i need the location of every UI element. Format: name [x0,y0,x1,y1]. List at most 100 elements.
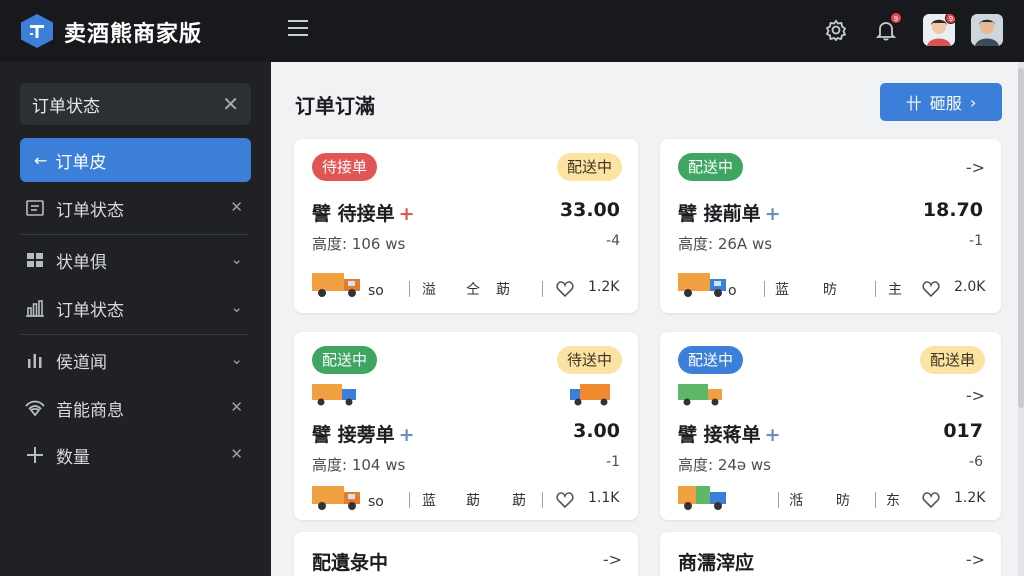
chevron-right-icon[interactable]: -> [966,386,985,405]
card-footer-text: 昉 [823,282,837,298]
order-title-text: 譬 接蒡单 [312,424,395,446]
notification-badge: 9 [890,12,902,24]
heart-icon[interactable] [922,280,940,298]
order-amount: 18.70 [922,199,983,221]
truck-icon [310,269,364,299]
sidebar-item-messages[interactable]: 音能商息 ✕ [20,388,251,428]
main-content: 订单订滿 卄 砸服 › 待接单 配送中 譬 待接单 + 33.00 高度: 106… [271,62,1024,576]
plus-icon[interactable]: + [399,203,415,225]
sidebar-search-input[interactable]: 订单状态 ✕ [20,83,251,125]
heart-icon[interactable] [922,491,940,509]
card-footer-text: 昉 [836,493,850,509]
close-icon[interactable]: ✕ [230,445,243,463]
heart-icon[interactable] [556,280,574,298]
chevron-right-icon[interactable]: -> [966,550,985,569]
sidebar-item-channels[interactable]: 侯道闻 ⌄ [20,340,251,380]
card-footer-text: 仝 [466,282,480,298]
card-footer-text: so [368,494,384,510]
hamburger-menu-icon[interactable] [288,20,308,40]
button-label: 砸服 [929,94,962,113]
order-meta-delta: -4 [606,233,620,249]
status-badge: 配送中 [312,346,378,374]
card-footer-text: 溢 [422,282,436,298]
divider [875,281,876,297]
button-icon: 卄 [905,94,922,113]
order-meta-delta: -6 [969,454,983,470]
close-icon[interactable]: ✕ [230,198,243,216]
chevron-right-icon: › [969,92,977,112]
card-footer-text: 蓝 [422,493,436,509]
status-badge: 待送中 [556,346,622,374]
order-card[interactable]: 配遺彔中 -> [294,532,638,576]
app-title: 卖酒熊商家版 [64,22,203,47]
chevron-down-icon[interactable]: ⌄ [230,298,243,316]
plus-icon[interactable]: + [399,424,415,446]
wifi-icon [24,397,46,419]
divider [409,281,410,297]
order-meta: 高度: 26A ws [678,235,773,253]
list-icon [24,197,46,219]
status-badge: 配送中 [678,346,744,374]
status-badge: 配送中 [678,153,744,181]
like-count: 2.0K [954,279,986,295]
sidebar-item-label: 状单俱 [56,252,107,273]
chevron-down-icon[interactable]: ⌄ [230,350,243,368]
sidebar-divider [20,334,249,335]
order-amount: 3.00 [573,420,620,442]
order-title: 譬 接蒡单 + [312,420,415,447]
page-title: 订单订滿 [295,94,375,118]
scrollbar-thumb[interactable] [1018,68,1024,408]
divider [542,492,543,508]
order-card[interactable]: 商濡滓应 -> [660,532,1001,576]
like-count: 1.2K [588,279,620,295]
card-title: 配遺彔中 [312,552,389,574]
like-count: 1.1K [588,490,620,506]
sidebar-item-label: 订单状态 [56,300,124,321]
status-badge: 待接单 [312,153,378,181]
plus-icon[interactable]: + [765,203,781,225]
order-card[interactable]: 配送中 -> 譬 接萷单 + 18.70 高度: 26A ws -1 o 蓝 昉 … [660,139,1001,313]
order-title-text: 譬 接蒋单 [678,424,761,446]
sidebar-search-value: 订单状态 [32,96,100,117]
sidebar-item-orders[interactable]: 状单俱 ⌄ [20,240,251,280]
truck-icon [568,382,618,408]
primary-action-button[interactable]: 卄 砸服 › [880,83,1002,121]
status-badge: 配送串 [919,346,985,374]
search-clear-icon[interactable]: ✕ [222,92,239,116]
card-footer-text: 湉 [789,493,803,509]
notification-bell-icon[interactable]: 9 [872,12,902,44]
heart-icon[interactable] [556,491,574,509]
card-footer-text: o [728,283,737,299]
order-meta: 高度: 106 ws [312,235,406,253]
card-footer-text: so [368,283,384,299]
order-card[interactable]: 配送中 配送串 -> 譬 接蒋单 + 017 高度: 24ə ws -6 湉 昉 … [660,332,1001,520]
plus-icon[interactable]: + [765,424,781,446]
status-badge: 配送中 [556,153,622,181]
settings-icon[interactable] [822,16,850,44]
sidebar-item-quantity[interactable]: 数量 ✕ [20,435,251,475]
truck-icon [310,482,364,512]
chevron-right-icon[interactable]: -> [603,550,622,569]
back-arrow-icon: ← [34,150,48,170]
sidebar-item-order-status[interactable]: 订单状态 ✕ [20,188,251,228]
close-icon[interactable]: ✕ [230,398,243,416]
chevron-down-icon[interactable]: ⌄ [230,250,243,268]
card-footer-text: 蓝 [775,282,789,298]
bars-icon [24,349,46,371]
sidebar-item-order-status-2[interactable]: 订单状态 ⌄ [20,288,251,328]
sidebar-item-label: 订单状态 [56,200,124,221]
card-footer-text: 主 [888,282,902,298]
order-title: 譬 接蒋单 + [678,420,781,447]
order-title: 譬 待接单 + [312,199,415,226]
order-card[interactable]: 待接单 配送中 譬 待接单 + 33.00 高度: 106 ws -4 so 溢 … [294,139,638,313]
sidebar-item-active[interactable]: ← 订单皮 [20,138,251,182]
order-card[interactable]: 配送中 待送中 譬 接蒡单 + 3.00 高度: 104 ws -1 so 蓝 莇… [294,332,638,520]
order-meta: 高度: 24ə ws [678,456,771,474]
sidebar-item-label: 侯道闻 [56,352,107,373]
user-avatar-1[interactable]: 9 [923,14,955,46]
avatar-badge: 9 [945,14,955,24]
truck-icon [676,269,730,299]
user-avatar-2[interactable] [971,14,1003,46]
chevron-right-icon[interactable]: -> [966,158,985,177]
divider [542,281,543,297]
